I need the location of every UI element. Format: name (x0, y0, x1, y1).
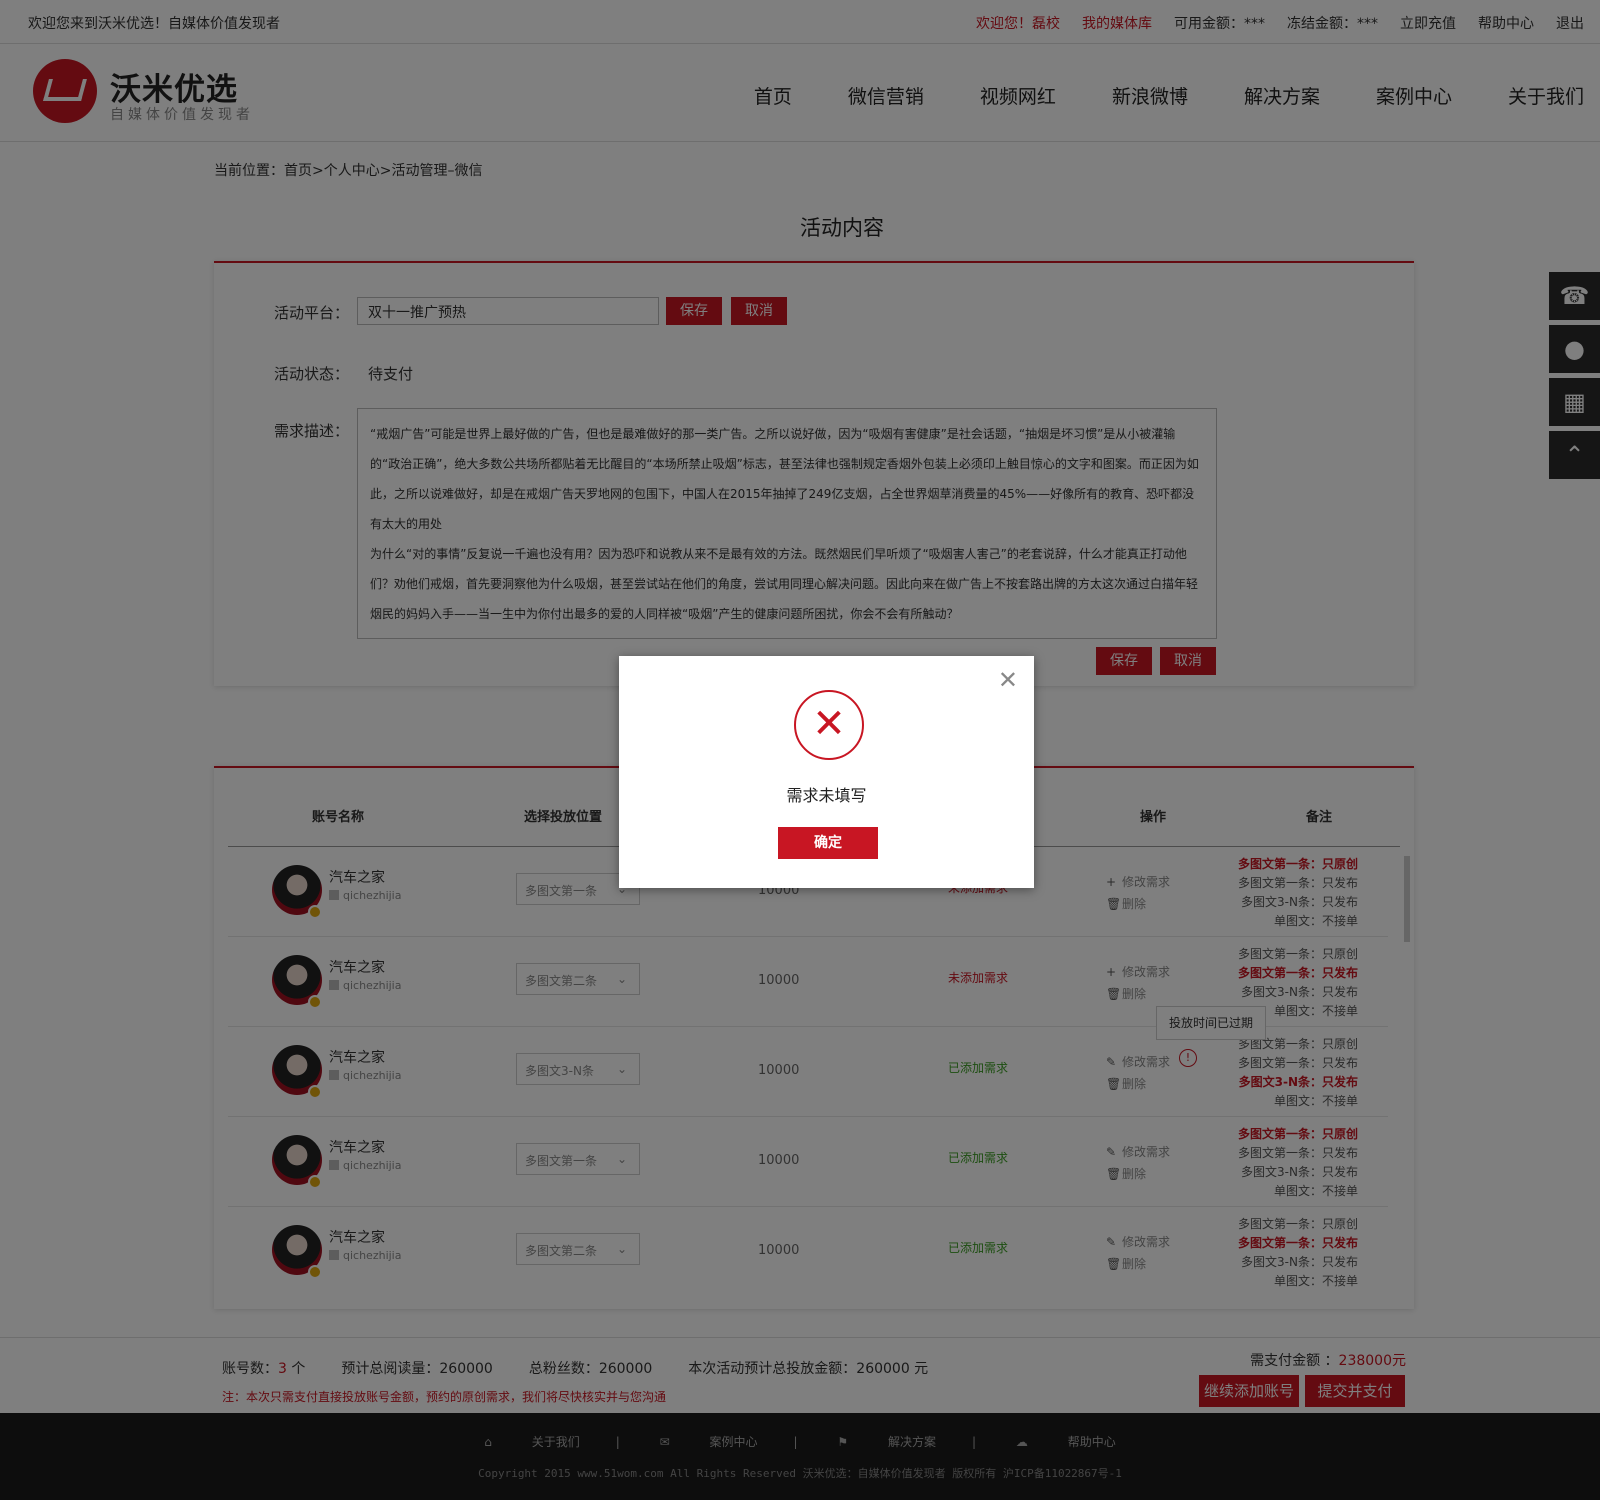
error-dialog: ✕ ✕ 需求未填写 确定 (619, 656, 1034, 888)
dialog-message: 需求未填写 (786, 786, 867, 805)
confirm-button[interactable]: 确定 (778, 827, 878, 859)
error-icon: ✕ (794, 690, 864, 760)
close-icon[interactable]: ✕ (998, 666, 1018, 694)
